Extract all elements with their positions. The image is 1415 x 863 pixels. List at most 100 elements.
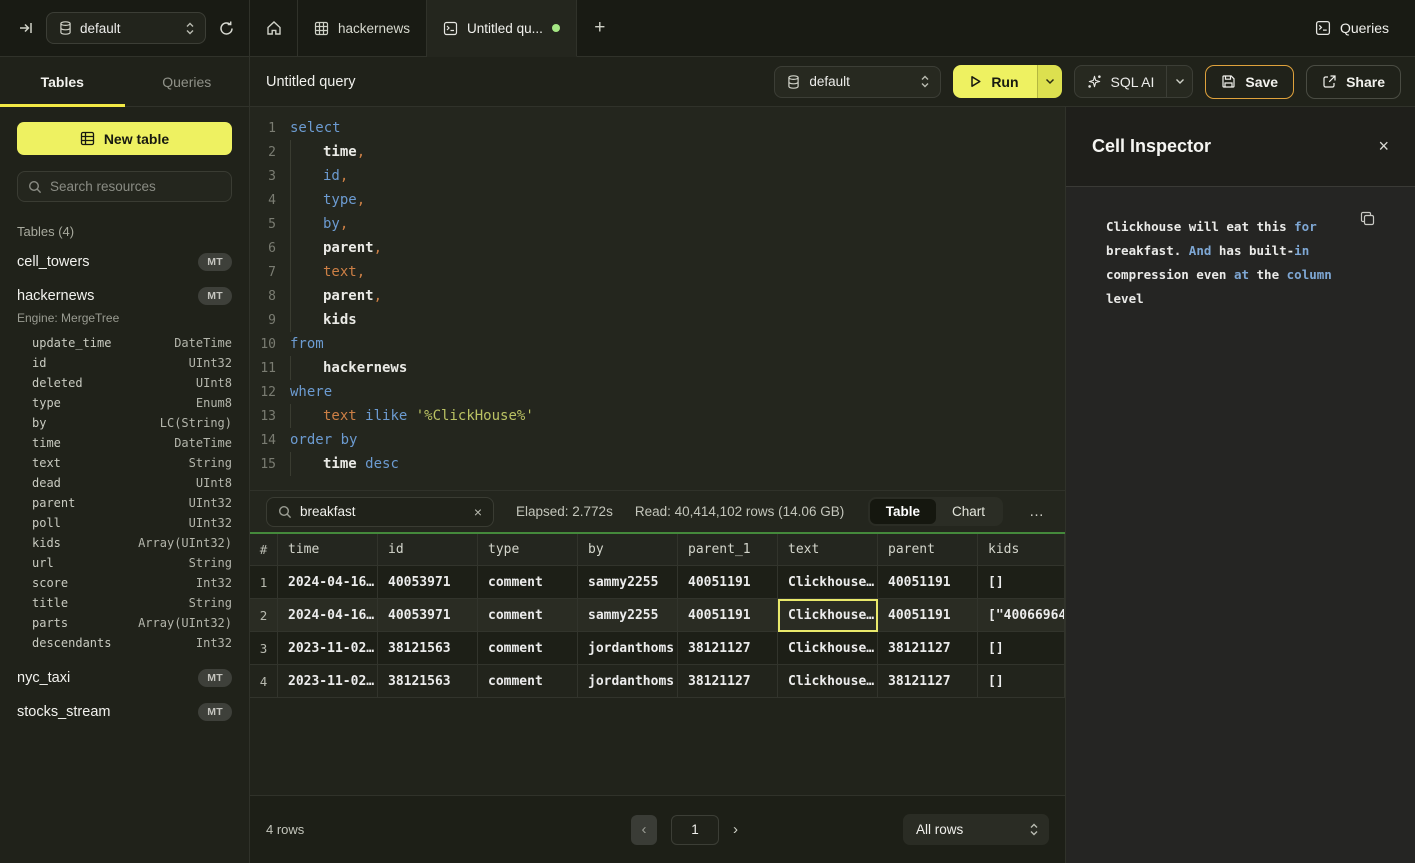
selected-cell[interactable]: Clickhouse… [778, 599, 878, 632]
tab-home[interactable] [250, 0, 298, 56]
table-cell[interactable]: Clickhouse… [778, 632, 878, 665]
row-number[interactable]: 3 [250, 632, 278, 665]
table-cell[interactable]: 40053971 [378, 566, 478, 599]
row-number[interactable]: 4 [250, 665, 278, 698]
sidebar-table-nyc-taxi[interactable]: nyc_taxi MT [17, 661, 232, 695]
column-name: score [32, 576, 68, 590]
sql-ai-options-button[interactable] [1166, 66, 1192, 97]
search-resources-input[interactable] [50, 179, 221, 194]
schema-column-row[interactable]: scoreInt32 [17, 573, 232, 593]
schema-column-row[interactable]: deletedUInt8 [17, 373, 232, 393]
table-cell[interactable]: 40051191 [678, 599, 778, 632]
share-button[interactable]: Share [1306, 65, 1401, 99]
schema-column-row[interactable]: textString [17, 453, 232, 473]
table-cell[interactable]: Clickhouse… [778, 566, 878, 599]
table-cell[interactable]: 2023-11-02… [278, 665, 378, 698]
table-cell[interactable]: [] [978, 566, 1065, 599]
grid-header-cell[interactable]: id [378, 534, 478, 566]
table-cell[interactable]: 40051191 [878, 599, 978, 632]
sql-ai-button[interactable]: SQL AI [1075, 66, 1167, 97]
new-table-button[interactable]: New table [17, 122, 232, 155]
run-button[interactable]: Run [953, 65, 1036, 98]
database-select[interactable]: default [46, 12, 206, 44]
table-cell[interactable]: 40053971 [378, 599, 478, 632]
results-filter-input[interactable] [300, 504, 466, 519]
table-cell[interactable]: 38121563 [378, 632, 478, 665]
results-more-button[interactable]: … [1025, 503, 1049, 520]
schema-column-row[interactable]: idUInt32 [17, 353, 232, 373]
schema-column-row[interactable]: deadUInt8 [17, 473, 232, 493]
schema-column-row[interactable]: kidsArray(UInt32) [17, 533, 232, 553]
table-cell[interactable]: comment [478, 599, 578, 632]
clear-filter-icon[interactable]: × [474, 504, 482, 520]
grid-header-cell[interactable]: parent [878, 534, 978, 566]
table-cell[interactable]: comment [478, 665, 578, 698]
table-cell[interactable]: 40051191 [878, 566, 978, 599]
schema-column-row[interactable]: titleString [17, 593, 232, 613]
sidebar-tab-queries[interactable]: Queries [125, 57, 250, 106]
sidebar-table-hackernews[interactable]: hackernews MT [17, 279, 232, 313]
table-cell[interactable]: [] [978, 665, 1065, 698]
grid-header-cell[interactable]: by [578, 534, 678, 566]
table-cell[interactable]: ["40066964… [978, 599, 1065, 632]
grid-header-cell[interactable]: kids [978, 534, 1065, 566]
grid-header-cell[interactable]: time [278, 534, 378, 566]
sql-editor[interactable]: 1select2time,3id,4type,5by,6parent,7text… [250, 107, 1065, 490]
schema-column-row[interactable]: typeEnum8 [17, 393, 232, 413]
grid-header-cell[interactable]: type [478, 534, 578, 566]
run-database-select[interactable]: default [774, 66, 941, 98]
schema-column-row[interactable]: partsArray(UInt32) [17, 613, 232, 633]
queries-button[interactable]: Queries [1315, 20, 1389, 36]
grid-header-cell[interactable]: # [250, 534, 278, 566]
tab-untitled-query[interactable]: Untitled qu... [427, 0, 577, 57]
sidebar-tab-tables[interactable]: Tables [0, 57, 125, 106]
table-cell[interactable]: jordanthoms [578, 632, 678, 665]
prev-page-button[interactable]: ‹ [631, 815, 657, 845]
table-cell[interactable]: 38121127 [678, 665, 778, 698]
run-options-button[interactable] [1037, 65, 1062, 98]
schema-column-row[interactable]: update_timeDateTime [17, 333, 232, 353]
table-cell[interactable]: 38121127 [878, 665, 978, 698]
view-toggle-chart[interactable]: Chart [936, 499, 1001, 524]
column-name: parent [32, 496, 75, 510]
copy-icon[interactable] [1360, 211, 1375, 226]
schema-column-row[interactable]: descendantsInt32 [17, 633, 232, 653]
grid-header-cell[interactable]: parent_1 [678, 534, 778, 566]
view-toggle-table[interactable]: Table [870, 499, 936, 524]
table-cell[interactable]: sammy2255 [578, 599, 678, 632]
table-cell[interactable]: 40051191 [678, 566, 778, 599]
schema-column-row[interactable]: parentUInt32 [17, 493, 232, 513]
table-cell[interactable]: 2023-11-02… [278, 632, 378, 665]
next-page-button[interactable]: › [733, 821, 738, 838]
table-cell[interactable]: 38121563 [378, 665, 478, 698]
save-button[interactable]: Save [1205, 65, 1294, 99]
grid-header-cell[interactable]: text [778, 534, 878, 566]
table-cell[interactable]: 2024-04-16… [278, 566, 378, 599]
table-cell[interactable]: jordanthoms [578, 665, 678, 698]
refresh-icon[interactable] [218, 20, 235, 37]
table-cell[interactable]: 38121127 [878, 632, 978, 665]
row-number[interactable]: 2 [250, 599, 278, 632]
tab-hackernews[interactable]: hackernews [298, 0, 427, 56]
table-cell[interactable]: comment [478, 632, 578, 665]
code-line: 4type, [250, 188, 1065, 212]
table-cell[interactable]: sammy2255 [578, 566, 678, 599]
sidebar-table-cell-towers[interactable]: cell_towers MT [17, 245, 232, 279]
row-number[interactable]: 1 [250, 566, 278, 599]
sidebar-table-stocks-stream[interactable]: stocks_stream MT [17, 695, 232, 729]
schema-column-row[interactable]: pollUInt32 [17, 513, 232, 533]
schema-column-row[interactable]: timeDateTime [17, 433, 232, 453]
table-cell[interactable]: Clickhouse… [778, 665, 878, 698]
cell-value-token: column [1287, 267, 1332, 282]
schema-column-row[interactable]: urlString [17, 553, 232, 573]
page-size-select[interactable]: All rows [903, 814, 1049, 845]
schema-column-row[interactable]: byLC(String) [17, 413, 232, 433]
new-tab-button[interactable]: + [577, 0, 623, 56]
table-cell[interactable]: comment [478, 566, 578, 599]
table-cell[interactable]: 38121127 [678, 632, 778, 665]
table-cell[interactable]: 2024-04-16… [278, 599, 378, 632]
collapse-sidebar-icon[interactable] [18, 20, 34, 36]
close-icon[interactable]: × [1378, 136, 1389, 157]
page-number-input[interactable] [671, 815, 719, 845]
table-cell[interactable]: [] [978, 632, 1065, 665]
